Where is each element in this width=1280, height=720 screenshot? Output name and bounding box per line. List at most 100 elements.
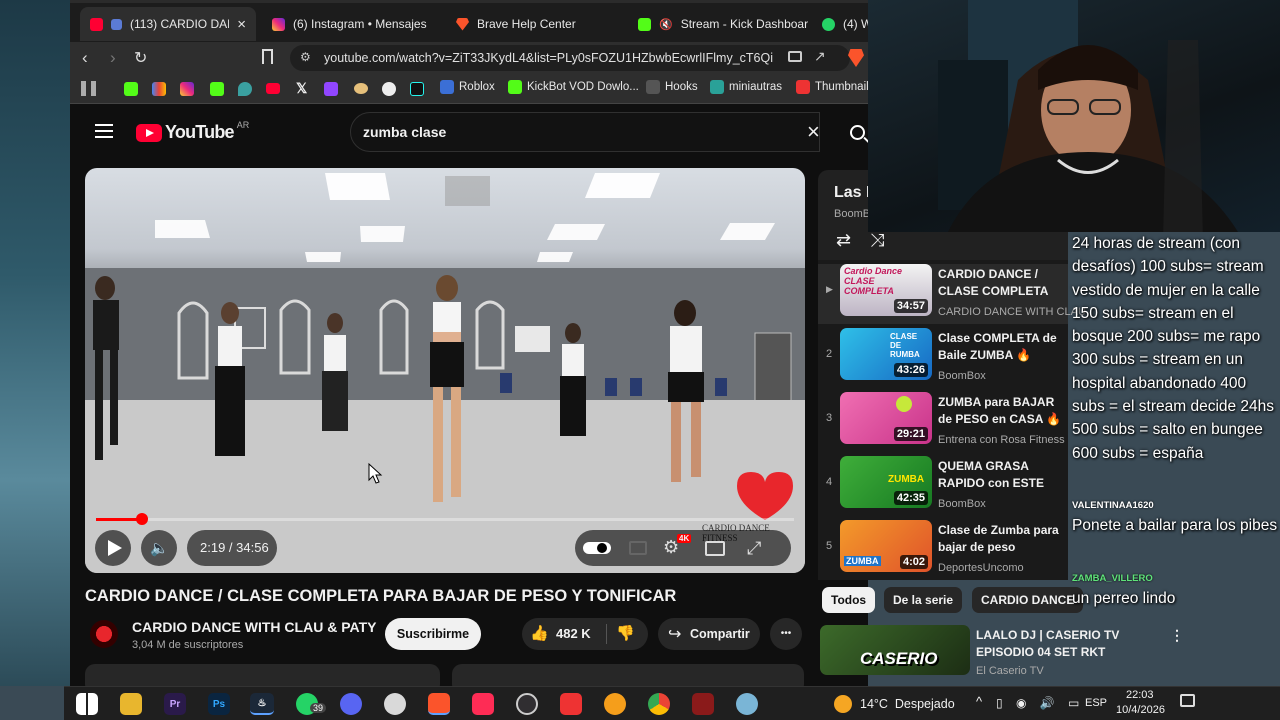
app-cloud-icon[interactable]: [736, 693, 758, 715]
chip-de-la-serie[interactable]: De la serie: [884, 587, 963, 613]
windows-start-icon[interactable]: [76, 693, 98, 715]
more-options-icon[interactable]: ⋮: [1170, 627, 1184, 644]
chip-cardio-dance[interactable]: CARDIO DANCE: [972, 587, 1084, 613]
search-input[interactable]: zumba clase ×: [350, 112, 820, 152]
volume-button[interactable]: 🔈: [141, 530, 177, 566]
app-icon[interactable]: [384, 693, 406, 715]
play-button[interactable]: [95, 530, 131, 566]
steam-icon[interactable]: ♨: [250, 693, 274, 715]
tab-brave-help[interactable]: Brave Help Center: [446, 9, 616, 39]
video-player[interactable]: CARDIO DANCE FITNESS 🔈 2:19 / 34:56 ⚙ 4K…: [85, 168, 805, 573]
droplet-icon[interactable]: [238, 82, 252, 96]
tab-label: (113) CARDIO DANCE: [130, 17, 229, 31]
menu-icon[interactable]: [95, 124, 113, 138]
discord-icon[interactable]: [340, 693, 362, 715]
bookmark-label: miniautras: [729, 81, 783, 93]
bookmark-hooks[interactable]: Hooks: [646, 80, 698, 94]
obs-icon[interactable]: [516, 693, 538, 715]
share-icon[interactable]: ↗: [814, 48, 826, 65]
subtitles-icon[interactable]: [629, 541, 647, 555]
share-label: Compartir: [690, 627, 750, 641]
brave-shields-icon[interactable]: [848, 49, 864, 67]
tray-icons[interactable]: ▯ ◉ 🔊 ▭: [996, 696, 1084, 710]
shuffle-icon[interactable]: ⤨: [870, 230, 884, 251]
gmail-icon[interactable]: [152, 82, 166, 96]
windows-taskbar: Pr Ps ♨ 39 14°C Despejado ^ ▯ ◉ 🔊 ▭ ESP …: [64, 686, 1280, 720]
playlist-item[interactable]: ▶ Cardio Dance CLASE COMPLETA 34:57 CARD…: [818, 264, 1086, 324]
clear-search-icon[interactable]: ×: [807, 119, 820, 145]
more-actions-button[interactable]: •••: [770, 618, 802, 650]
thumb-label: CASERIO: [860, 649, 938, 668]
dislike-button[interactable]: 👎: [616, 624, 635, 642]
apps-grid-icon[interactable]: [81, 81, 96, 96]
close-icon[interactable]: ×: [237, 16, 246, 33]
kick-icon[interactable]: [210, 82, 224, 96]
clock-date[interactable]: 10/4/2026: [1116, 704, 1165, 716]
file-explorer-icon[interactable]: [120, 693, 142, 715]
progress-knob[interactable]: [136, 513, 149, 525]
kick-icon[interactable]: [124, 82, 138, 96]
app-red-icon[interactable]: [560, 693, 582, 715]
youtube-icon[interactable]: [266, 83, 280, 94]
tab-kick-dashboard[interactable]: 🔇 Stream - Kick Dashboard: [628, 9, 808, 39]
progress-bar[interactable]: [96, 513, 794, 525]
bookmark-roblox[interactable]: Roblox: [440, 80, 495, 94]
weather-text[interactable]: 14°C Despejado: [860, 697, 955, 711]
like-button[interactable]: 👍: [530, 624, 549, 642]
share-button[interactable]: ↪ Compartir: [658, 618, 760, 650]
playlist-item[interactable]: 3 29:21 ZUMBA para BAJAR de PESO en CASA…: [818, 392, 1068, 452]
twitch-icon[interactable]: [324, 82, 338, 96]
url-bar[interactable]: ⚙ youtube.com/watch?v=ZiT33JKydL4&list=P…: [290, 45, 850, 71]
playlist-item[interactable]: 5 ZUMBA 4:02 Clase de Zumba para bajar d…: [818, 520, 1068, 580]
instagram-icon[interactable]: [180, 82, 194, 96]
youtube-logo[interactable]: YouTube AR: [136, 120, 249, 143]
voicemeeter-icon[interactable]: [692, 693, 714, 715]
comments-box[interactable]: [452, 664, 804, 686]
playlist-title[interactable]: Las I: [834, 184, 870, 202]
chat-username: VALENTINAA1620: [1072, 500, 1154, 511]
like-dislike-group: 👍 482 K 👎: [522, 618, 648, 650]
channel-name: BoomBox: [938, 370, 986, 382]
tab-label: (4) Wh: [843, 17, 868, 31]
channel-avatar[interactable]: [90, 620, 118, 648]
loop-icon[interactable]: ⇄: [836, 230, 851, 251]
subscribe-button[interactable]: Suscribirme: [385, 618, 481, 650]
thumb-label: ZUMBA: [844, 556, 881, 566]
playlist-item[interactable]: 4 ZUMBA 42:35 QUEMA GRASA RAPIDO con EST…: [818, 456, 1068, 516]
recommended-video[interactable]: CASERIO LAALO DJ | CASERIO TV EPISODIO 0…: [818, 625, 1208, 677]
tab-whatsapp[interactable]: (4) Wh: [812, 9, 868, 39]
fl-studio-icon[interactable]: [604, 693, 626, 715]
tab-youtube[interactable]: (113) CARDIO DANCE ×: [80, 7, 256, 41]
forward-icon[interactable]: ›: [110, 48, 116, 68]
bookmark-thumbnail[interactable]: Thumbnail: [796, 80, 869, 94]
bookmark-kickbot[interactable]: KickBot VOD Dowlo...: [508, 80, 639, 94]
playlist-item[interactable]: 2 CLASE DE RUMBA 43:26 Clase COMPLETA de…: [818, 328, 1068, 388]
notifications-icon[interactable]: [1180, 694, 1195, 707]
extension-icon[interactable]: [354, 83, 368, 94]
autoplay-toggle[interactable]: [583, 542, 611, 554]
tiktok-icon[interactable]: [410, 82, 424, 96]
chevron-up-icon[interactable]: ^: [976, 694, 982, 709]
photoshop-icon[interactable]: Ps: [208, 693, 230, 715]
back-icon[interactable]: ‹: [82, 48, 88, 68]
reload-icon[interactable]: ↻: [134, 48, 147, 68]
chip-todos[interactable]: Todos: [822, 587, 876, 613]
tiktok-icon[interactable]: [472, 693, 494, 715]
brave-icon[interactable]: [428, 693, 450, 715]
description-box[interactable]: [85, 664, 440, 686]
language-indicator[interactable]: ESP: [1085, 697, 1107, 709]
tab-instagram[interactable]: (6) Instagram • Mensajes: [262, 9, 440, 39]
site-settings-icon[interactable]: ⚙: [300, 50, 311, 64]
search-icon[interactable]: [850, 125, 868, 144]
channel-name[interactable]: CARDIO DANCE WITH CLAU & PATY: [132, 619, 376, 635]
premiere-icon[interactable]: Pr: [164, 693, 186, 715]
fullscreen-icon[interactable]: ⤢: [747, 538, 761, 559]
clock-time[interactable]: 22:03: [1126, 689, 1154, 701]
cast-icon[interactable]: [788, 51, 802, 62]
miniplayer-icon[interactable]: [705, 541, 725, 556]
chrome-icon[interactable]: [648, 693, 670, 715]
bookmark-icon[interactable]: [262, 49, 273, 64]
openai-icon[interactable]: [382, 82, 396, 96]
x-twitter-icon[interactable]: 𝕏: [296, 80, 307, 97]
bookmark-miniautras[interactable]: miniautras: [710, 80, 782, 94]
